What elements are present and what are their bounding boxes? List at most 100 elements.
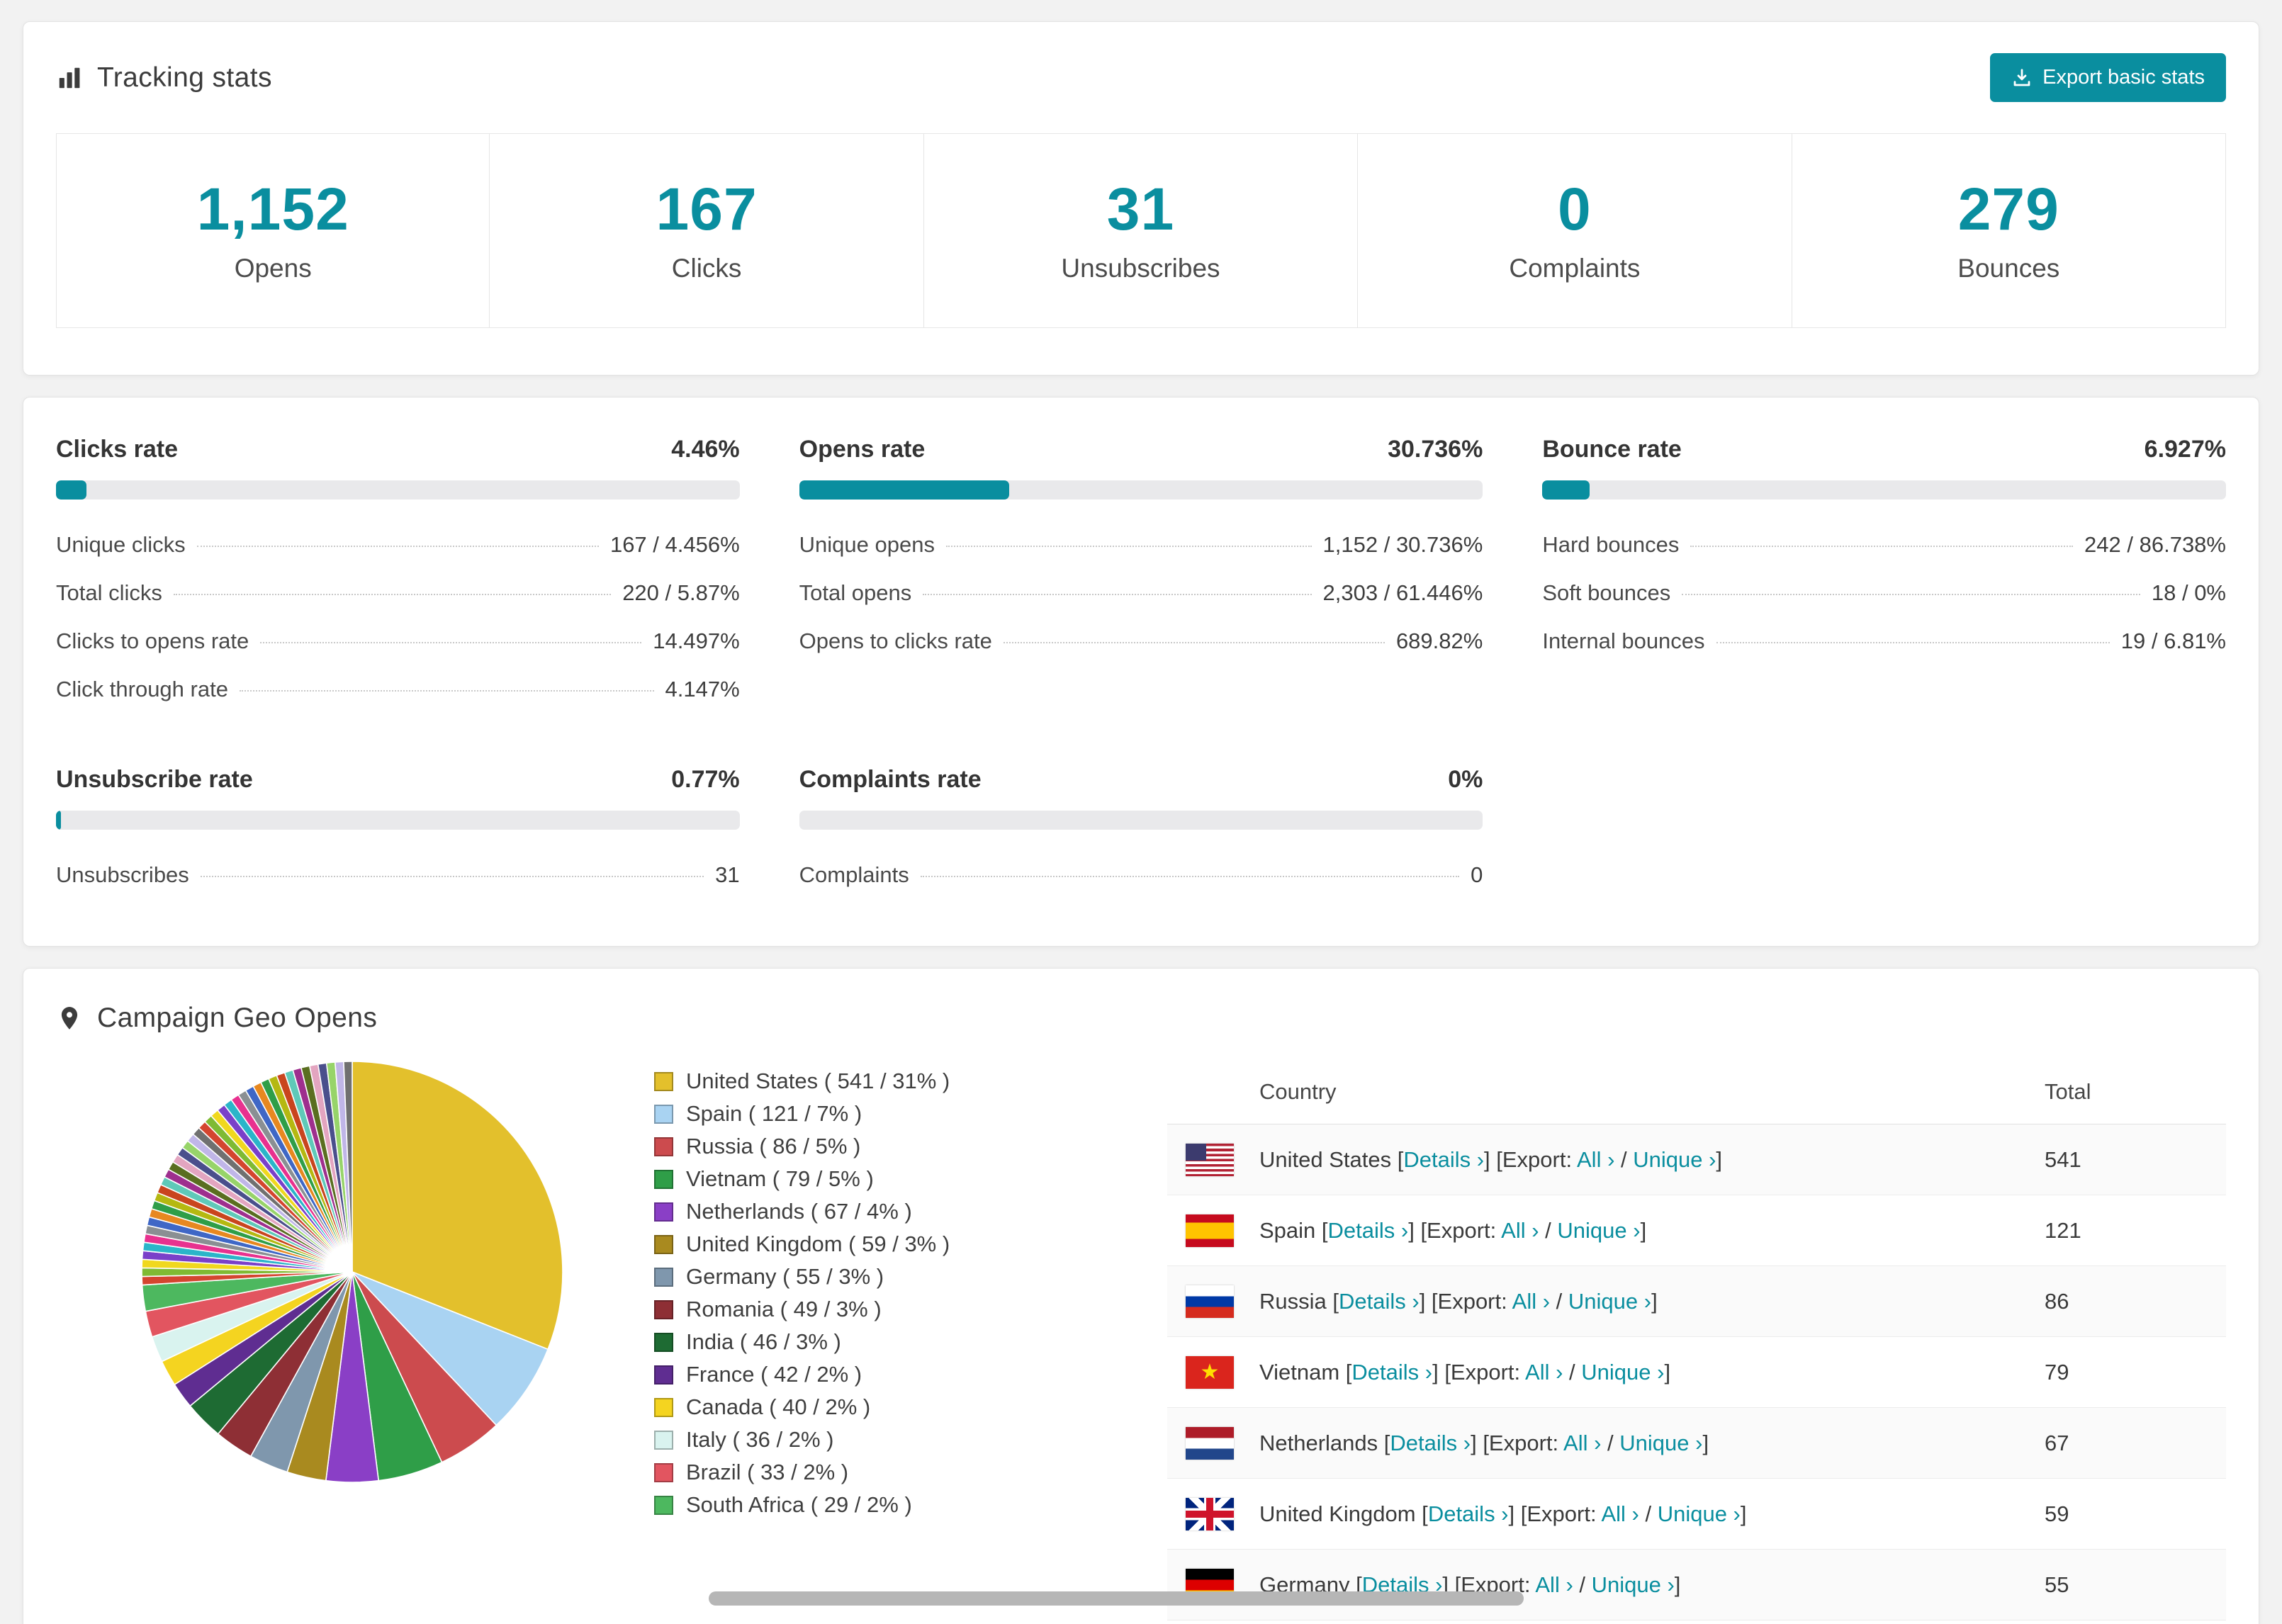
dotted-leader	[1682, 594, 2140, 595]
rate-row-value: 2,303 / 61.446%	[1322, 580, 1483, 605]
legend-label: Canada ( 40 / 2% )	[686, 1394, 871, 1419]
flag-vn-icon	[1186, 1355, 1234, 1389]
horizontal-scrollbar-thumb[interactable]	[709, 1591, 1524, 1606]
rate-value: 0.77%	[671, 766, 740, 793]
geo-table-row-nl: Netherlands [Details ›] [Export: All › /…	[1167, 1408, 2226, 1479]
export-all-link[interactable]: All ›	[1577, 1147, 1614, 1172]
rate-row-value: 4.147%	[665, 677, 740, 701]
stat-box-opens: 1,152 Opens	[56, 133, 490, 328]
legend-item: Netherlands ( 67 / 4% )	[654, 1195, 1094, 1228]
rate-title: Unsubscribe rate	[56, 766, 253, 793]
stat-box-clicks: 167 Clicks	[489, 133, 924, 328]
export-all-link[interactable]: All ›	[1512, 1289, 1550, 1314]
rate-row-value: 1,152 / 30.736%	[1322, 532, 1483, 557]
rate-row: Opens to clicks rate 689.82%	[799, 617, 1483, 665]
rate-block-clicks-rate: Clicks rate 4.46% Unique clicks 167 / 4.…	[56, 436, 740, 714]
legend-item: South Africa ( 29 / 2% )	[654, 1489, 1094, 1521]
flag-us-icon	[1186, 1143, 1234, 1176]
legend-swatch	[654, 1397, 673, 1417]
legend-swatch	[654, 1071, 673, 1091]
rate-row: Clicks to opens rate 14.497%	[56, 617, 740, 665]
geo-pie-chart	[140, 1059, 565, 1488]
legend-item: United States ( 541 / 31% )	[654, 1065, 1094, 1098]
dotted-leader	[945, 546, 1312, 547]
details-link[interactable]: Details ›	[1351, 1360, 1432, 1385]
rate-progress-fill	[799, 480, 1010, 500]
stat-label: Bounces	[1957, 254, 2060, 283]
export-all-link[interactable]: All ›	[1563, 1431, 1601, 1455]
pie-legend: United States ( 541 / 31% ) Spain ( 121 …	[654, 1059, 1094, 1521]
geo-table-row-vn: Vietnam [Details ›] [Export: All › / Uni…	[1167, 1337, 2226, 1408]
dotted-leader	[920, 876, 1460, 877]
geo-table-row-us: United States [Details ›] [Export: All ›…	[1167, 1124, 2226, 1195]
export-all-link[interactable]: All ›	[1501, 1218, 1539, 1243]
rate-row-label: Click through rate	[56, 677, 228, 701]
export-unique-link[interactable]: Unique ›	[1581, 1360, 1664, 1385]
page: Tracking stats Export basic stats 1,152 …	[0, 0, 2282, 1624]
rate-row-label: Hard bounces	[1542, 532, 1680, 557]
legend-swatch	[654, 1495, 673, 1515]
country-cell: Netherlands [Details ›] [Export: All › /…	[1259, 1430, 1709, 1455]
location-pin-icon	[56, 1005, 83, 1032]
stat-value: 167	[656, 176, 758, 242]
export-basic-stats-button[interactable]: Export basic stats	[1990, 53, 2226, 102]
export-unique-link[interactable]: Unique ›	[1592, 1572, 1675, 1597]
stat-value: 31	[1106, 176, 1175, 242]
legend-label: Romania ( 49 / 3% )	[686, 1297, 882, 1321]
geo-table-row-ru: Russia [Details ›] [Export: All › / Uniq…	[1167, 1266, 2226, 1337]
flag-es-icon	[1186, 1214, 1234, 1247]
rate-row-value: 0	[1471, 862, 1483, 887]
legend-item: India ( 46 / 3% )	[654, 1326, 1094, 1358]
rate-value: 0%	[1448, 766, 1483, 793]
legend-item: Spain ( 121 / 7% )	[654, 1098, 1094, 1130]
rate-row-label: Opens to clicks rate	[799, 628, 992, 653]
legend-label: India ( 46 / 3% )	[686, 1329, 841, 1354]
rate-progress-bar	[56, 811, 740, 830]
rate-row-value: 689.82%	[1395, 628, 1483, 653]
total-cell: 55	[2045, 1572, 2069, 1597]
export-unique-link[interactable]: Unique ›	[1619, 1431, 1702, 1455]
details-link[interactable]: Details ›	[1390, 1431, 1471, 1455]
details-link[interactable]: Details ›	[1428, 1501, 1509, 1526]
country-cell: Spain [Details ›] [Export: All › / Uniqu…	[1259, 1217, 1647, 1243]
rate-row: Unsubscribes 31	[56, 851, 740, 899]
details-link[interactable]: Details ›	[1328, 1218, 1409, 1243]
legend-label: France ( 42 / 2% )	[686, 1362, 862, 1387]
export-unique-link[interactable]: Unique ›	[1568, 1289, 1651, 1314]
rate-row-value: 31	[715, 862, 740, 887]
legend-label: Spain ( 121 / 7% )	[686, 1101, 862, 1126]
export-all-link[interactable]: All ›	[1535, 1572, 1573, 1597]
stat-boxes-row: 1,152 Opens 167 Clicks 31 Unsubscribes 0…	[56, 133, 2226, 328]
total-cell: 59	[2045, 1501, 2069, 1526]
details-link[interactable]: Details ›	[1339, 1289, 1420, 1314]
stat-label: Clicks	[671, 254, 742, 283]
rates-grid: Clicks rate 4.46% Unique clicks 167 / 4.…	[23, 397, 2259, 946]
country-cell: Vietnam [Details ›] [Export: All › / Uni…	[1259, 1359, 1671, 1385]
export-unique-link[interactable]: Unique ›	[1557, 1218, 1640, 1243]
rate-row: Total opens 2,303 / 61.446%	[799, 569, 1483, 617]
export-unique-link[interactable]: Unique ›	[1633, 1147, 1716, 1172]
dotted-leader	[1690, 546, 2074, 547]
legend-swatch	[654, 1332, 673, 1352]
legend-item: Canada ( 40 / 2% )	[654, 1391, 1094, 1423]
legend-label: United States ( 541 / 31% )	[686, 1068, 950, 1093]
stat-label: Unsubscribes	[1061, 254, 1220, 283]
total-cell: 79	[2045, 1359, 2069, 1385]
legend-label: Brazil ( 33 / 2% )	[686, 1460, 849, 1484]
rate-value: 6.927%	[2144, 436, 2226, 463]
rate-head: Opens rate 30.736%	[799, 436, 1483, 463]
stat-label: Complaints	[1509, 254, 1641, 283]
details-link[interactable]: Details ›	[1403, 1147, 1484, 1172]
dotted-leader	[260, 642, 642, 643]
legend-item: Russia ( 86 / 5% )	[654, 1130, 1094, 1163]
export-all-link[interactable]: All ›	[1601, 1501, 1639, 1526]
export-all-link[interactable]: All ›	[1525, 1360, 1563, 1385]
geo-table-row-es: Spain [Details ›] [Export: All › / Uniqu…	[1167, 1195, 2226, 1266]
legend-swatch	[654, 1430, 673, 1450]
export-unique-link[interactable]: Unique ›	[1658, 1501, 1741, 1526]
rate-row-value: 18 / 0%	[2151, 580, 2226, 605]
total-cell: 86	[2045, 1288, 2069, 1314]
legend-label: Netherlands ( 67 / 4% )	[686, 1199, 912, 1224]
rate-row: Total clicks 220 / 5.87%	[56, 569, 740, 617]
geo-opens-header: Campaign Geo Opens	[23, 969, 2259, 1059]
